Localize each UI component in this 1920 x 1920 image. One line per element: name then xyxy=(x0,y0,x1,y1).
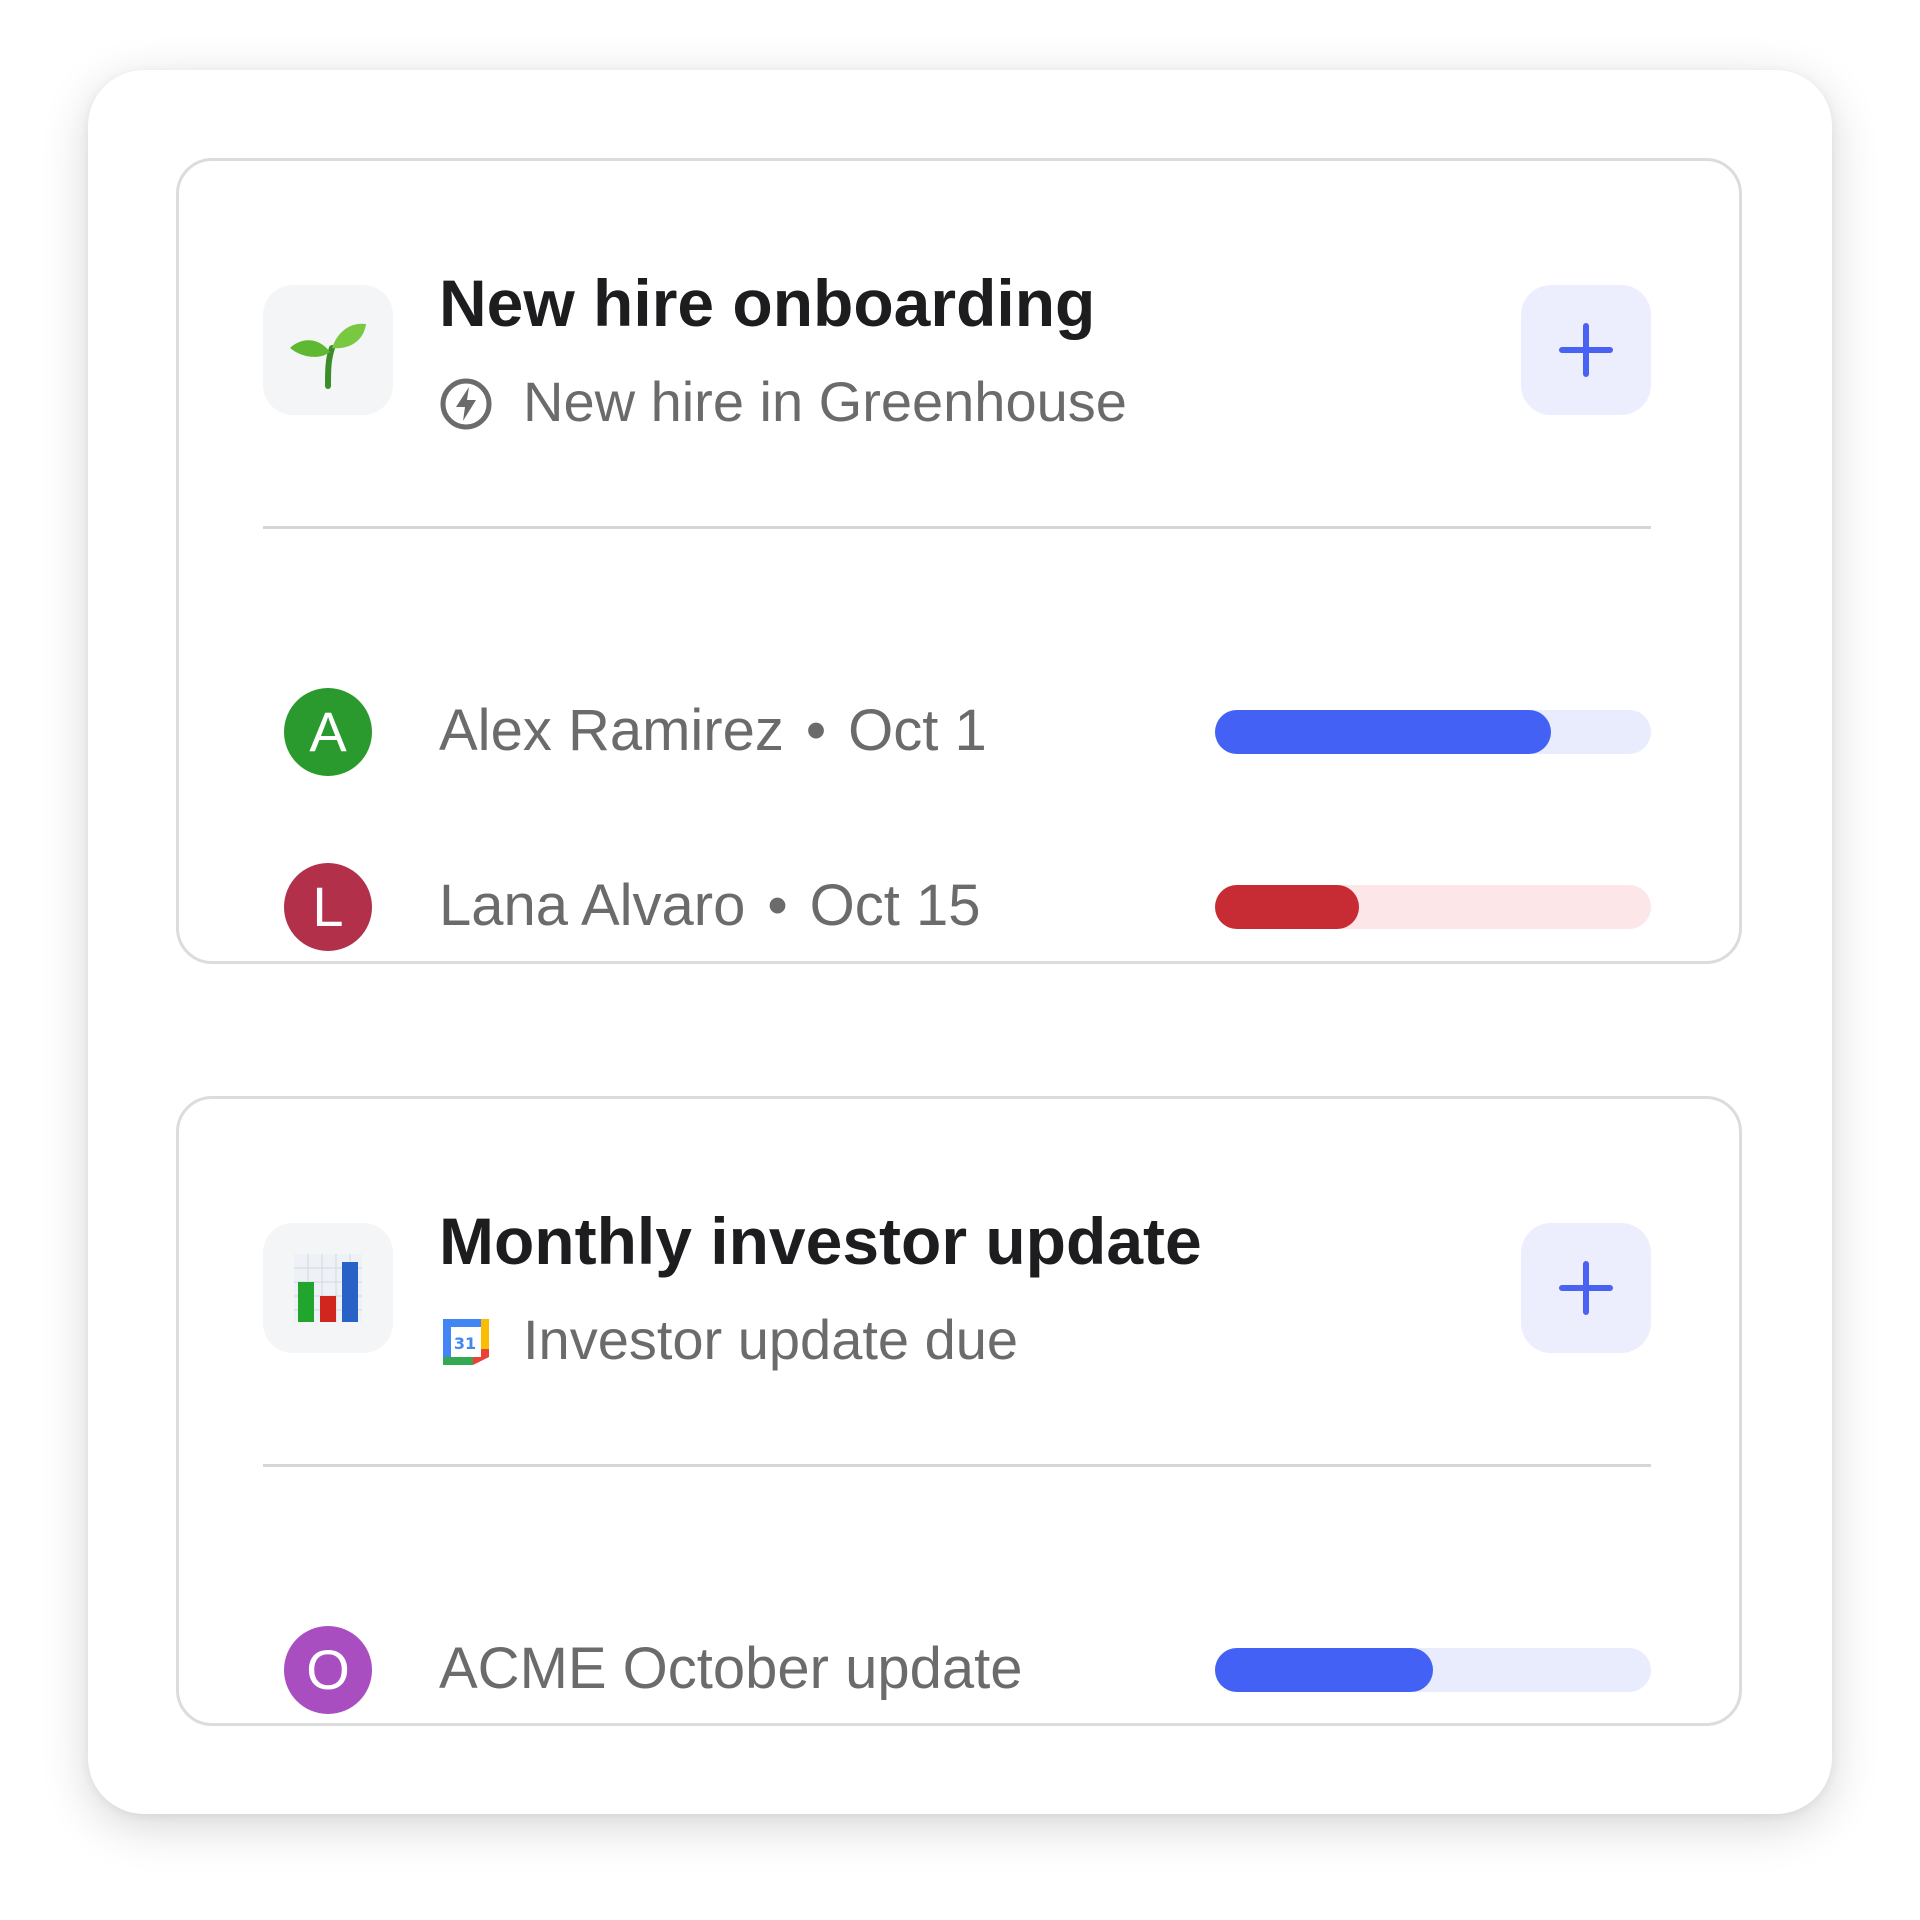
seedling-icon xyxy=(263,285,393,415)
separator-dot: • xyxy=(805,698,827,763)
date: Oct 1 xyxy=(848,698,987,763)
progress-bar xyxy=(1215,1648,1651,1692)
add-button[interactable] xyxy=(1521,285,1651,415)
avatar: L xyxy=(284,863,372,951)
google-calendar-icon: 31 xyxy=(443,1319,489,1365)
plus-icon xyxy=(1559,1261,1613,1315)
list-item-label: Alex Ramirez • Oct 1 xyxy=(439,696,987,766)
progress-bar xyxy=(1215,710,1651,754)
progress-bar xyxy=(1215,885,1651,929)
svg-text:31: 31 xyxy=(454,1334,476,1353)
avatar: O xyxy=(284,1626,372,1714)
lightning-bolt-circle-icon xyxy=(440,378,492,430)
workflow-trigger: Investor update due xyxy=(523,1308,1019,1371)
person-name: Alex Ramirez xyxy=(439,698,784,763)
list-item-lana-alvaro[interactable]: L Lana Alvaro • Oct 15 xyxy=(179,861,1739,951)
workflow-card-new-hire-onboarding[interactable]: New hire onboarding New hire in Greenhou… xyxy=(176,158,1742,964)
workflow-title: New hire onboarding xyxy=(439,266,1096,340)
progress-bar-fill xyxy=(1215,710,1551,754)
workflow-title: Monthly investor update xyxy=(439,1204,1202,1278)
workflow-card-header: Monthly investor update 31 Investor upda… xyxy=(179,1099,1739,1469)
workflow-card-monthly-investor-update[interactable]: Monthly investor update 31 Investor upda… xyxy=(176,1096,1742,1726)
workflows-panel: New hire onboarding New hire in Greenhou… xyxy=(88,70,1832,1814)
list-item-alex-ramirez[interactable]: A Alex Ramirez • Oct 1 xyxy=(179,686,1739,776)
bar-chart-icon xyxy=(263,1223,393,1353)
divider xyxy=(263,526,1651,529)
date: Oct 15 xyxy=(809,873,981,938)
add-button[interactable] xyxy=(1521,1223,1651,1353)
list-item-label: ACME October update xyxy=(439,1634,1023,1704)
progress-bar-fill xyxy=(1215,885,1359,929)
list-item-acme-october-update[interactable]: O ACME October update xyxy=(179,1624,1739,1714)
workflow-card-header: New hire onboarding New hire in Greenhou… xyxy=(179,161,1739,531)
divider xyxy=(263,1464,1651,1467)
plus-icon xyxy=(1559,323,1613,377)
item-name: ACME October update xyxy=(439,1636,1023,1701)
separator-dot: • xyxy=(767,873,788,938)
progress-bar-fill xyxy=(1215,1648,1433,1692)
workflow-trigger: New hire in Greenhouse xyxy=(523,370,1127,433)
list-item-label: Lana Alvaro • Oct 15 xyxy=(439,871,981,941)
person-name: Lana Alvaro xyxy=(439,873,746,938)
avatar: A xyxy=(284,688,372,776)
